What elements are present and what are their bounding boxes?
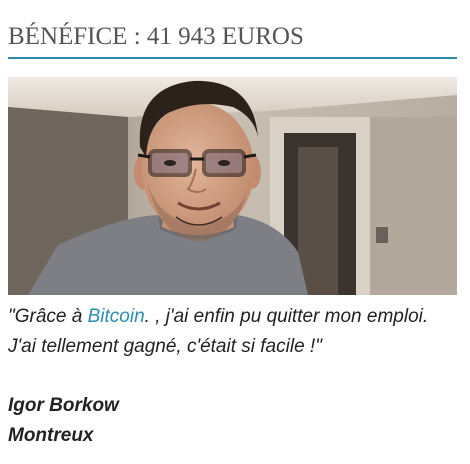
heading-divider	[8, 57, 457, 59]
portrait-photo-icon	[8, 77, 457, 295]
testimonial-photo	[8, 77, 457, 295]
quote-text-start: "Grâce à	[8, 306, 88, 327]
bitcoin-link[interactable]: Bitcoin	[88, 306, 145, 327]
author-city: Montreux	[8, 425, 94, 446]
author-block: Igor Borkow Montreux	[8, 391, 119, 451]
author-name: Igor Borkow	[8, 395, 119, 416]
profit-heading: BÉNÉFICE : 41 943 EUROS	[8, 23, 304, 50]
testimonial-quote: "Grâce à Bitcoin. , j'ai enfin pu quitte…	[8, 302, 460, 362]
